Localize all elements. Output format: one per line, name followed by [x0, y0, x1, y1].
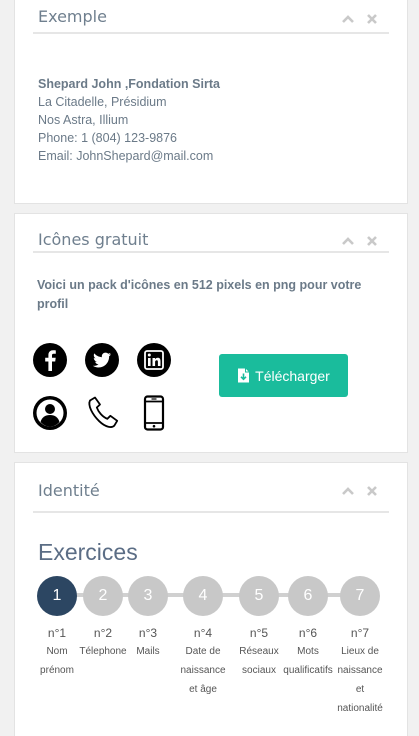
step-number-label: n°7 — [350, 626, 370, 640]
twitter-icon[interactable] — [84, 342, 120, 378]
contact-line1: La Citadelle, Présidium — [38, 95, 167, 109]
file-download-icon — [237, 368, 250, 383]
step-label-7: n°7 Lieux de naissance et nationalité — [334, 624, 386, 718]
step-4[interactable]: 4 — [183, 576, 223, 616]
step-3[interactable]: 3 — [128, 576, 168, 616]
step-text-label: Réseaux sociaux — [239, 646, 279, 676]
step-circle: 3 — [128, 576, 168, 616]
step-label-6: n°6 Mots qualificatifs — [282, 624, 334, 680]
mobile-icon[interactable] — [136, 395, 172, 431]
step-number-label: n°4 — [193, 626, 213, 640]
step-circle: 1 — [37, 576, 77, 616]
step-6[interactable]: 6 — [288, 576, 328, 616]
user-icon[interactable] — [32, 395, 68, 431]
contact-phone: Phone: 1 (804) 123-9876 — [38, 131, 177, 145]
step-circle: 5 — [239, 576, 279, 616]
step-number-label: n°3 — [138, 626, 158, 640]
phone-icon[interactable] — [84, 395, 120, 431]
collapse-chevron-up-icon[interactable] — [341, 234, 355, 248]
icons-description: Voici un pack d'icônes en 512 pixels en … — [37, 278, 362, 311]
close-icon[interactable] — [365, 234, 379, 248]
facebook-icon[interactable] — [32, 342, 68, 378]
step-7[interactable]: 7 — [340, 576, 380, 616]
step-text-label: Lieux de naissance et nationalité — [337, 646, 383, 714]
contact-email: Email: JohnShepard@mail.com — [38, 149, 214, 163]
step-text-label: Mails — [136, 646, 160, 657]
panel-title: Icônes gratuit — [38, 230, 149, 249]
step-1[interactable]: 1 — [37, 576, 77, 616]
panel-header: Exemple — [33, 0, 389, 34]
collapse-chevron-up-icon[interactable] — [341, 12, 355, 26]
step-text-label: Date de naissance et âge — [180, 646, 226, 695]
panel-tools — [341, 484, 379, 498]
step-label-3: n°3 Mails — [117, 624, 179, 661]
panel-identite: Identité Exercices 1 2 3 4 5 6 7 n°1 Nom… — [14, 462, 408, 736]
download-label: Télécharger — [255, 367, 330, 384]
step-label-4: n°4 Date de naissance et âge — [175, 624, 231, 699]
panel-icones-gratuit: Icônes gratuit Voici un pack d'icônes en… — [14, 213, 408, 453]
download-button[interactable]: Télécharger — [219, 354, 348, 397]
step-label-5: n°5 Réseaux sociaux — [236, 624, 282, 680]
step-5[interactable]: 5 — [239, 576, 279, 616]
step-number-label: n°6 — [298, 626, 318, 640]
panel-tools — [341, 234, 379, 248]
close-icon[interactable] — [365, 484, 379, 498]
step-circle: 4 — [183, 576, 223, 616]
contact-address: Shepard John ,Fondation Sirta La Citadel… — [38, 75, 220, 165]
panel-exemple: Exemple Shepard John ,Fondation Sirta La… — [14, 0, 408, 204]
linkedin-icon[interactable] — [136, 342, 172, 378]
panel-header: Identité — [33, 463, 389, 513]
contact-name: Shepard John ,Fondation Sirta — [38, 77, 220, 91]
step-circle: 6 — [288, 576, 328, 616]
step-circle: 2 — [83, 576, 123, 616]
step-number-label: n°5 — [249, 626, 269, 640]
step-circle: 7 — [340, 576, 380, 616]
panel-title: Identité — [38, 481, 100, 500]
panel-header: Icônes gratuit — [33, 214, 389, 253]
contact-line2: Nos Astra, Illium — [38, 113, 129, 127]
panel-title: Exemple — [38, 7, 107, 26]
step-2[interactable]: 2 — [83, 576, 123, 616]
panel-tools — [341, 12, 379, 26]
collapse-chevron-up-icon[interactable] — [341, 484, 355, 498]
step-text-label: Mots qualificatifs — [283, 646, 333, 676]
exercises-title: Exercices — [38, 539, 138, 565]
close-icon[interactable] — [365, 12, 379, 26]
